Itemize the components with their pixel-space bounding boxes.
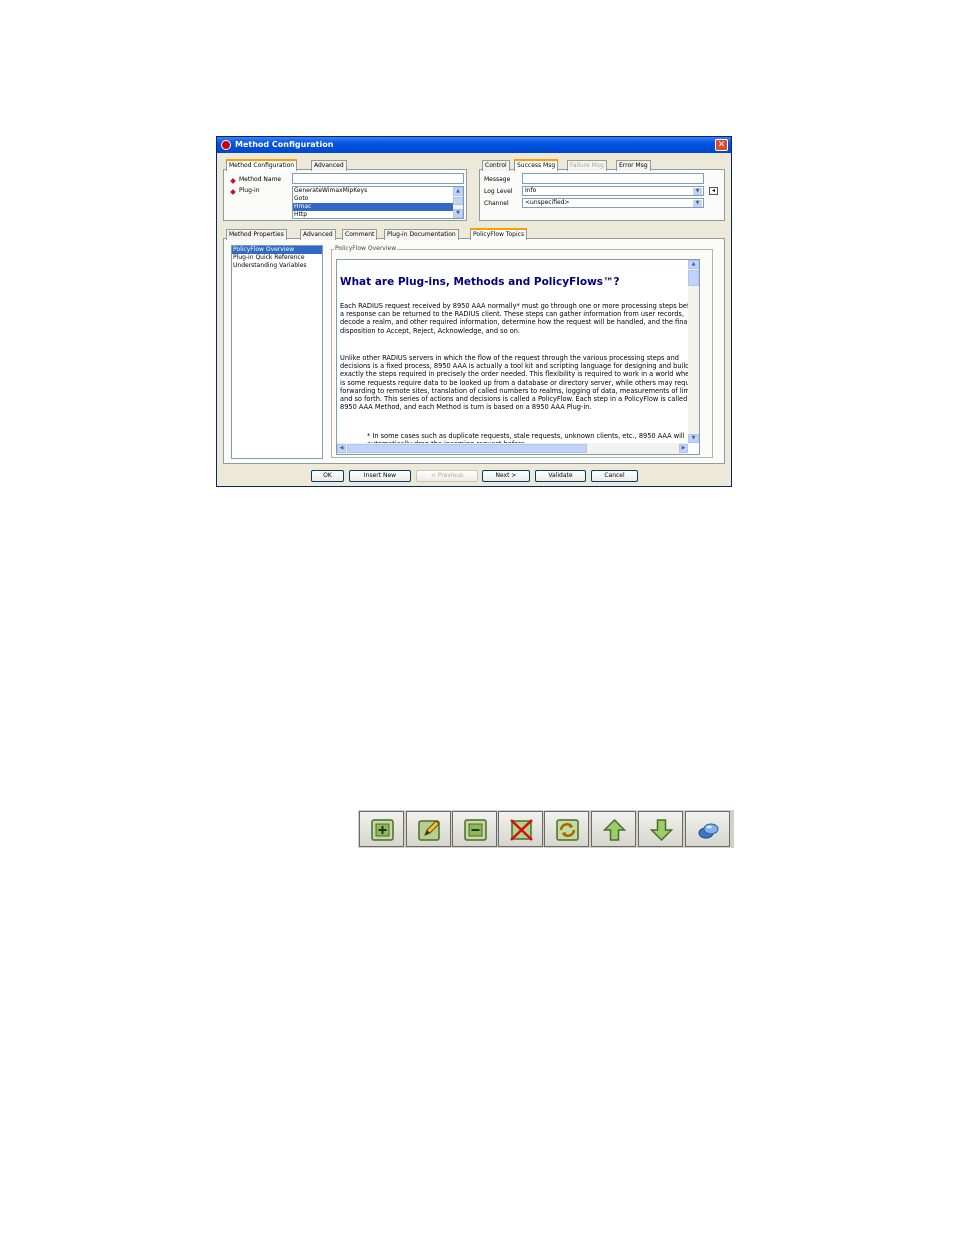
plugin-label: Plug-in bbox=[239, 187, 260, 194]
chevron-down-icon[interactable]: ▼ bbox=[693, 188, 702, 195]
log-level-value: Info bbox=[525, 187, 537, 194]
method-toolbar bbox=[358, 810, 734, 848]
channel-label: Channel bbox=[484, 200, 509, 207]
scroll-left-icon[interactable]: ◀ bbox=[337, 444, 346, 453]
message-label: Message bbox=[484, 176, 511, 183]
next-button[interactable]: Next > bbox=[482, 470, 530, 482]
move-down-icon bbox=[649, 819, 674, 842]
overview-paragraph-1: Each RADIUS request received by 8950 AAA… bbox=[340, 302, 700, 335]
tab-failure-msg[interactable]: Failure Msg bbox=[567, 160, 607, 171]
remove-button[interactable] bbox=[452, 811, 497, 847]
close-icon[interactable]: ✕ bbox=[715, 139, 728, 151]
tab-error-msg[interactable]: Error Msg bbox=[616, 160, 651, 171]
tab-comment[interactable]: Comment bbox=[342, 229, 378, 240]
tab-success-msg[interactable]: Success Msg bbox=[514, 159, 559, 171]
topic-item[interactable]: Plug-in Quick Reference bbox=[232, 254, 322, 262]
required-marker bbox=[230, 178, 236, 184]
overview-horizontal-scrollbar[interactable]: ◀ ▶ bbox=[337, 443, 688, 454]
group-button[interactable] bbox=[685, 811, 730, 847]
list-item[interactable]: Http bbox=[293, 211, 463, 218]
scroll-thumb[interactable] bbox=[453, 197, 463, 205]
edit-button[interactable] bbox=[406, 811, 451, 847]
channel-select[interactable]: <unspecified> ▼ bbox=[522, 198, 704, 208]
method-config-panel: Method Configuration Advanced Method Nam… bbox=[223, 159, 467, 221]
tab-plugin-documentation[interactable]: Plug-in Documentation bbox=[384, 229, 459, 240]
delete-icon bbox=[510, 819, 533, 841]
ok-button[interactable]: OK bbox=[311, 470, 344, 482]
scroll-down-icon[interactable]: ▼ bbox=[688, 434, 699, 443]
replace-icon bbox=[556, 819, 579, 841]
cancel-button[interactable]: Cancel bbox=[591, 470, 638, 482]
overview-document: What are Plug-ins, Methods and PolicyFlo… bbox=[336, 259, 700, 455]
tab-advanced[interactable]: Advanced bbox=[300, 229, 336, 240]
list-item[interactable]: Goto bbox=[293, 195, 463, 203]
previous-button[interactable]: < Previous bbox=[416, 470, 478, 482]
log-level-select[interactable]: Info ▼ bbox=[522, 186, 704, 196]
horizontal-scroll-thumb[interactable] bbox=[347, 444, 587, 453]
window-title: Method Configuration bbox=[235, 140, 334, 149]
move-up-button[interactable] bbox=[591, 811, 636, 847]
overview-group: PolicyFlow Overview What are Plug-ins, M… bbox=[331, 245, 713, 458]
plugin-list-scrollbar[interactable]: ▲ ▼ bbox=[453, 187, 463, 218]
tab-policyflow-topics[interactable]: PolicyFlow Topics bbox=[470, 228, 528, 240]
tab-advanced-top[interactable]: Advanced bbox=[311, 160, 347, 171]
topic-item-selected[interactable]: PolicyFlow Overview bbox=[232, 246, 322, 254]
scroll-up-icon[interactable]: ▲ bbox=[688, 260, 699, 269]
topic-item[interactable]: Understanding Variables bbox=[232, 262, 322, 270]
move-up-icon bbox=[602, 818, 627, 841]
plugin-list[interactable]: GenerateWimaxMipKeys Goto Hmac Http ▲ ▼ bbox=[292, 186, 464, 219]
overview-group-title: PolicyFlow Overview bbox=[334, 245, 398, 253]
method-name-input[interactable] bbox=[292, 173, 464, 184]
replace-button[interactable] bbox=[544, 811, 589, 847]
method-name-label: Method Name bbox=[239, 176, 282, 183]
add-button[interactable] bbox=[359, 811, 404, 847]
scroll-up-icon[interactable]: ▲ bbox=[453, 187, 463, 196]
scroll-down-icon[interactable]: ▼ bbox=[453, 209, 463, 218]
tab-method-properties[interactable]: Method Properties bbox=[226, 229, 287, 240]
scroll-right-icon[interactable]: ▶ bbox=[679, 444, 688, 453]
move-down-button[interactable] bbox=[638, 811, 683, 847]
list-item-selected[interactable]: Hmac bbox=[293, 203, 463, 211]
log-level-label: Log Level bbox=[484, 188, 513, 195]
overview-paragraph-2: Unlike other RADIUS servers in which the… bbox=[340, 354, 700, 412]
info-icon[interactable]: ◂ bbox=[709, 187, 718, 195]
topics-list[interactable]: PolicyFlow Overview Plug-in Quick Refere… bbox=[231, 245, 323, 459]
validate-button[interactable]: Validate bbox=[535, 470, 586, 482]
scroll-thumb[interactable] bbox=[688, 270, 699, 286]
app-icon bbox=[221, 140, 231, 150]
message-input[interactable] bbox=[522, 173, 704, 184]
properties-panel: Method Properties Advanced Comment Plug-… bbox=[223, 228, 725, 464]
tab-method-configuration[interactable]: Method Configuration bbox=[226, 159, 298, 171]
add-icon bbox=[371, 819, 394, 841]
remove-icon bbox=[464, 819, 487, 841]
edit-icon bbox=[418, 820, 440, 841]
insert-new-button[interactable]: Insert New bbox=[349, 470, 411, 482]
method-configuration-dialog: Method Configuration ✕ Method Configurat… bbox=[216, 136, 732, 487]
overview-vertical-scrollbar[interactable]: ▲ ▼ bbox=[688, 260, 699, 443]
chevron-down-icon[interactable]: ▼ bbox=[693, 200, 702, 207]
title-bar[interactable]: Method Configuration ✕ bbox=[217, 137, 731, 153]
overview-heading: What are Plug-ins, Methods and PolicyFlo… bbox=[340, 276, 620, 288]
delete-button[interactable] bbox=[498, 811, 543, 847]
group-icon bbox=[698, 823, 719, 839]
messages-panel: Control Success Msg Failure Msg Error Ms… bbox=[479, 159, 725, 221]
channel-value: <unspecified> bbox=[525, 199, 570, 206]
list-item[interactable]: GenerateWimaxMipKeys bbox=[293, 187, 463, 195]
tab-control[interactable]: Control bbox=[482, 160, 510, 171]
required-marker bbox=[230, 189, 236, 195]
